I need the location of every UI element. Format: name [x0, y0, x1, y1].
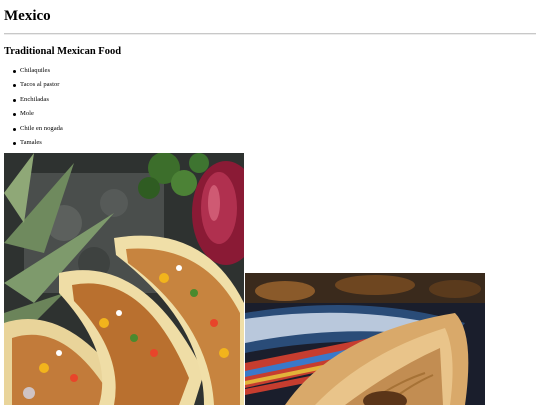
list-item: Chilaquiles [13, 64, 63, 78]
list-item: Enchiladas [13, 93, 63, 107]
tamales-image [245, 273, 485, 405]
list-item: Chile en nogada [13, 122, 63, 136]
tacos-image [4, 153, 244, 405]
section-heading: Traditional Mexican Food [4, 46, 122, 57]
page-title: Mexico [4, 8, 51, 24]
horizontal-rule [4, 33, 536, 35]
list-item: Tacos al pastor [13, 78, 63, 92]
list-item: Mole [13, 107, 63, 121]
list-item: Tamales [13, 136, 63, 150]
food-list: Chilaquiles Tacos al pastor Enchiladas M… [13, 64, 63, 150]
